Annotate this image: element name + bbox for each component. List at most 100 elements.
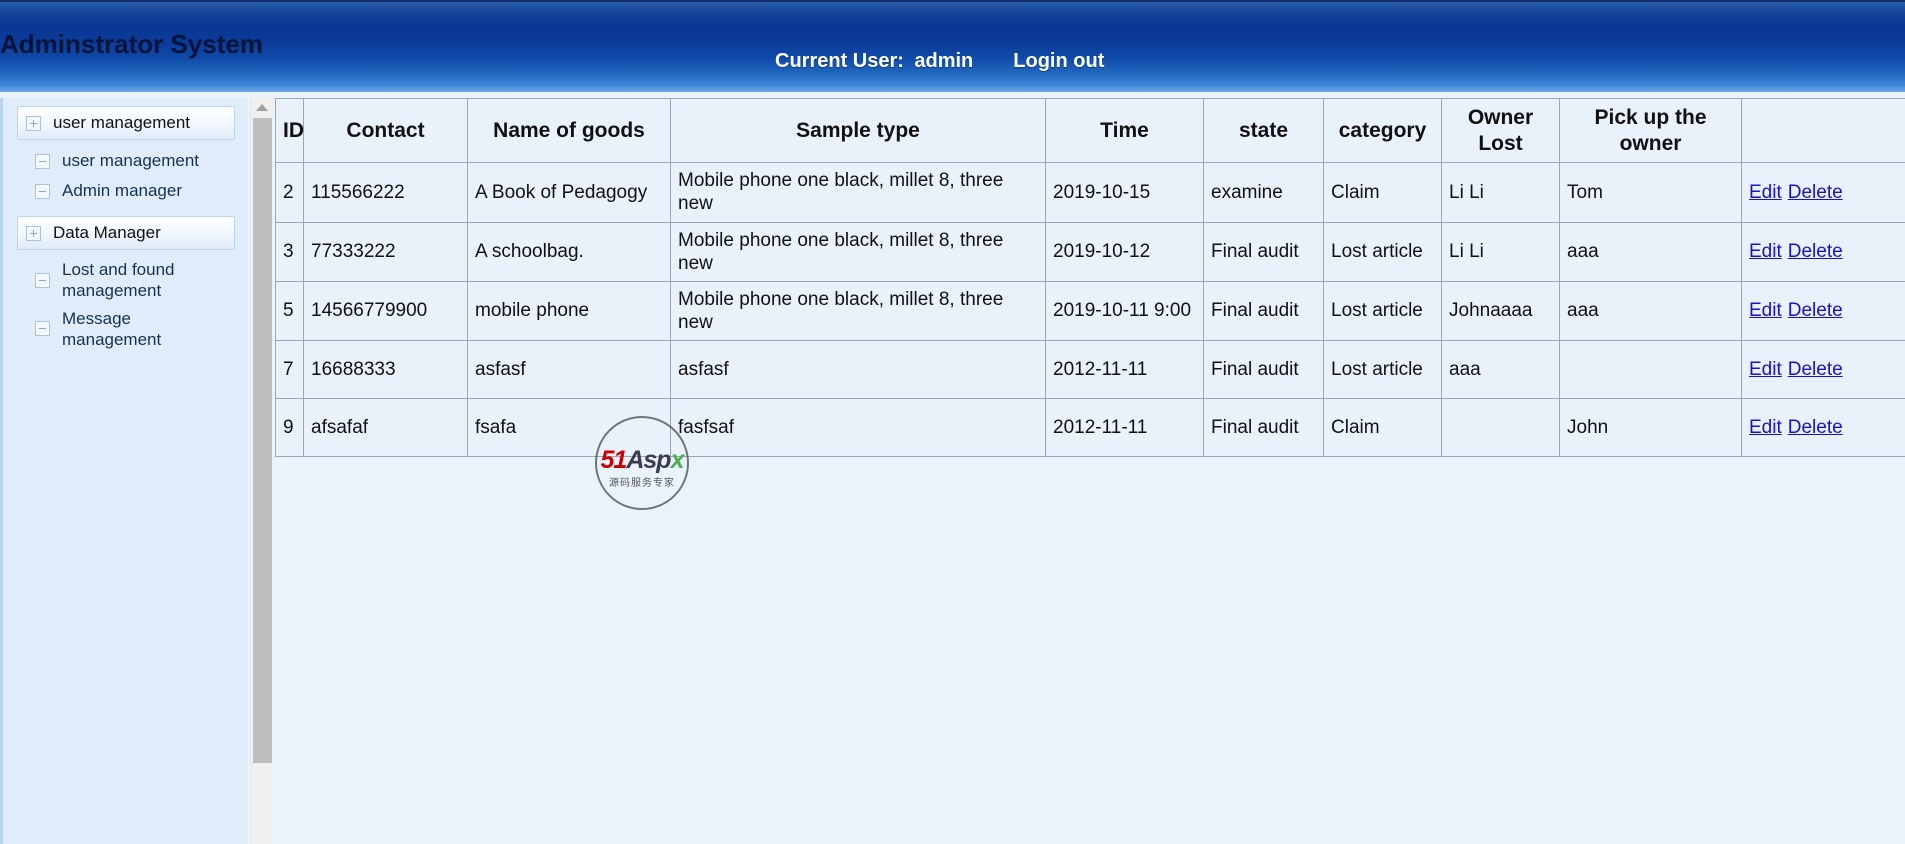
lost-and-found-table: ID Contact Name of goods Sample type Tim… (275, 98, 1905, 458)
sidebar-item-admin-manager[interactable]: Admin manager (17, 176, 235, 206)
minus-icon[interactable] (35, 153, 50, 169)
cell-owner-lost: aaa (1441, 340, 1560, 400)
cell-owner-lost: Li Li (1441, 162, 1560, 223)
main-content: ID Contact Name of goods Sample type Tim… (275, 98, 1905, 844)
page-title: Adminstrator System (0, 29, 263, 59)
edit-link[interactable]: Edit (1749, 182, 1782, 203)
cell-id: 3 (275, 221, 304, 282)
sidebar-item-data-manager-root[interactable]: Data Manager (17, 216, 235, 250)
column-header-id[interactable]: ID (275, 98, 304, 164)
cell-id: 2 (275, 162, 304, 223)
cell-owner-lost: Li Li (1441, 221, 1560, 282)
cell-time: 2019-10-15 (1045, 162, 1204, 223)
cell-pick-up-the-owner: John (1559, 398, 1742, 458)
sidebar-item-label: Admin manager (62, 181, 183, 201)
application-window: Adminstrator System Current User: admin … (0, 0, 1905, 844)
cell-name-of-goods: mobile phone (467, 280, 671, 342)
cell-state: Final audit (1203, 280, 1324, 342)
cell-time: 2012-11-11 (1045, 340, 1204, 400)
current-user-block: Current User: admin (775, 50, 973, 73)
cell-owner-lost (1441, 398, 1560, 458)
cell-category: Claim (1323, 162, 1442, 223)
cell-time: 2019-10-12 (1045, 221, 1204, 282)
sidebar-item-label: Message management (62, 308, 162, 349)
column-header-pick-up-the-owner[interactable]: Pick up the owner (1559, 98, 1742, 164)
table-row: 9 afsafaf fsafa fasfsaf 2012-11-11 Final audi… (275, 398, 1905, 458)
delete-link[interactable]: Delete (1788, 300, 1843, 321)
table-body: 2 115566222 A Book of Pedagogy Mobile phone… (275, 162, 1905, 458)
sidebar-item-message-management[interactable]: Message management (17, 305, 235, 354)
cell-state: Final audit (1203, 340, 1324, 400)
scroll-up-arrow-icon[interactable] (251, 98, 273, 116)
cell-name-of-goods: A schoolbag. (467, 221, 671, 282)
cell-owner-lost: Johnaaaa (1441, 280, 1560, 342)
cell-pick-up-the-owner: Tom (1559, 162, 1742, 223)
current-user-name: admin (914, 50, 974, 72)
plus-icon[interactable] (26, 115, 41, 131)
sidebar-item-label: user management (53, 113, 191, 133)
cell-actions: Edit Delete (1741, 221, 1905, 282)
sidebar-item-label: user management (62, 151, 200, 171)
cell-id: 7 (275, 340, 304, 400)
edit-link[interactable]: Edit (1749, 417, 1782, 438)
cell-pick-up-the-owner (1559, 340, 1742, 400)
delete-link[interactable]: Delete (1788, 182, 1843, 203)
column-header-time[interactable]: Time (1045, 98, 1204, 164)
watermark-subtitle: 源码服务专家 (609, 478, 675, 489)
logout-link[interactable]: Login out (1013, 50, 1104, 73)
cell-category: Lost article (1323, 221, 1442, 282)
cell-state: examine (1203, 162, 1324, 223)
column-header-contact[interactable]: Contact (303, 98, 468, 164)
column-header-owner-lost[interactable]: Owner Lost (1441, 98, 1560, 164)
edit-link[interactable]: Edit (1749, 359, 1782, 380)
cell-state: Final audit (1203, 398, 1324, 458)
minus-icon[interactable] (35, 272, 50, 288)
cell-name-of-goods: fsafa (467, 398, 671, 458)
table-header-row: ID Contact Name of goods Sample type Tim… (275, 98, 1905, 164)
delete-link[interactable]: Delete (1788, 241, 1843, 262)
minus-icon[interactable] (35, 183, 50, 199)
sidebar-item-label: Lost and found management (62, 260, 175, 301)
cell-category: Lost article (1323, 340, 1442, 400)
minus-icon[interactable] (35, 321, 50, 337)
sidebar: user management user management Admin ma… (0, 98, 248, 844)
column-header-sample-type[interactable]: Sample type (670, 98, 1046, 164)
delete-link[interactable]: Delete (1788, 417, 1843, 438)
cell-contact: afsafaf (303, 398, 468, 458)
delete-link[interactable]: Delete (1788, 359, 1843, 380)
cell-contact: 115566222 (303, 162, 468, 223)
cell-contact: 16688333 (303, 340, 468, 400)
sidebar-item-lost-and-found-management[interactable]: Lost and found management (17, 256, 235, 305)
cell-sample-type: Mobile phone one black, millet 8, three … (670, 162, 1046, 223)
cell-sample-type: Mobile phone one black, millet 8, three … (670, 221, 1046, 282)
sidebar-scrollbar[interactable] (250, 98, 273, 844)
table-row: 7 16688333 asfasf asfasf 2012-11-11 Final aud… (275, 340, 1905, 400)
cell-state: Final audit (1203, 221, 1324, 282)
column-header-name-of-goods[interactable]: Name of goods (467, 98, 671, 164)
cell-actions: Edit Delete (1741, 162, 1905, 223)
cell-category: Lost article (1323, 280, 1442, 342)
plus-icon[interactable] (26, 225, 41, 241)
sidebar-item-user-management-root[interactable]: user management (17, 106, 235, 140)
table-row: 2 115566222 A Book of Pedagogy Mobile phone… (275, 162, 1905, 223)
header-user-area: Current User: admin Login out (775, 50, 1104, 73)
column-header-category[interactable]: category (1323, 98, 1442, 164)
cell-pick-up-the-owner: aaa (1559, 221, 1742, 282)
column-header-state[interactable]: state (1203, 98, 1324, 164)
cell-actions: Edit Delete (1741, 340, 1905, 400)
cell-sample-type: asfasf (670, 340, 1046, 400)
table-row: 5 14566779900 mobile phone Mobile phone one… (275, 280, 1905, 342)
table-row: 3 77333222 A schoolbag. Mobile phone one bl… (275, 221, 1905, 282)
scrollbar-thumb[interactable] (253, 118, 272, 763)
cell-id: 9 (275, 398, 304, 458)
table-header: ID Contact Name of goods Sample type Tim… (275, 98, 1905, 164)
edit-link[interactable]: Edit (1749, 241, 1782, 262)
cell-contact: 14566779900 (303, 280, 468, 342)
cell-pick-up-the-owner: aaa (1559, 280, 1742, 342)
sidebar-item-user-management[interactable]: user management (17, 146, 235, 176)
cell-time: 2012-11-11 (1045, 398, 1204, 458)
edit-link[interactable]: Edit (1749, 300, 1782, 321)
cell-sample-type: Mobile phone one black, millet 8, three … (670, 280, 1046, 342)
cell-time: 2019-10-11 9:00 (1045, 280, 1204, 342)
column-header-actions (1741, 98, 1905, 164)
